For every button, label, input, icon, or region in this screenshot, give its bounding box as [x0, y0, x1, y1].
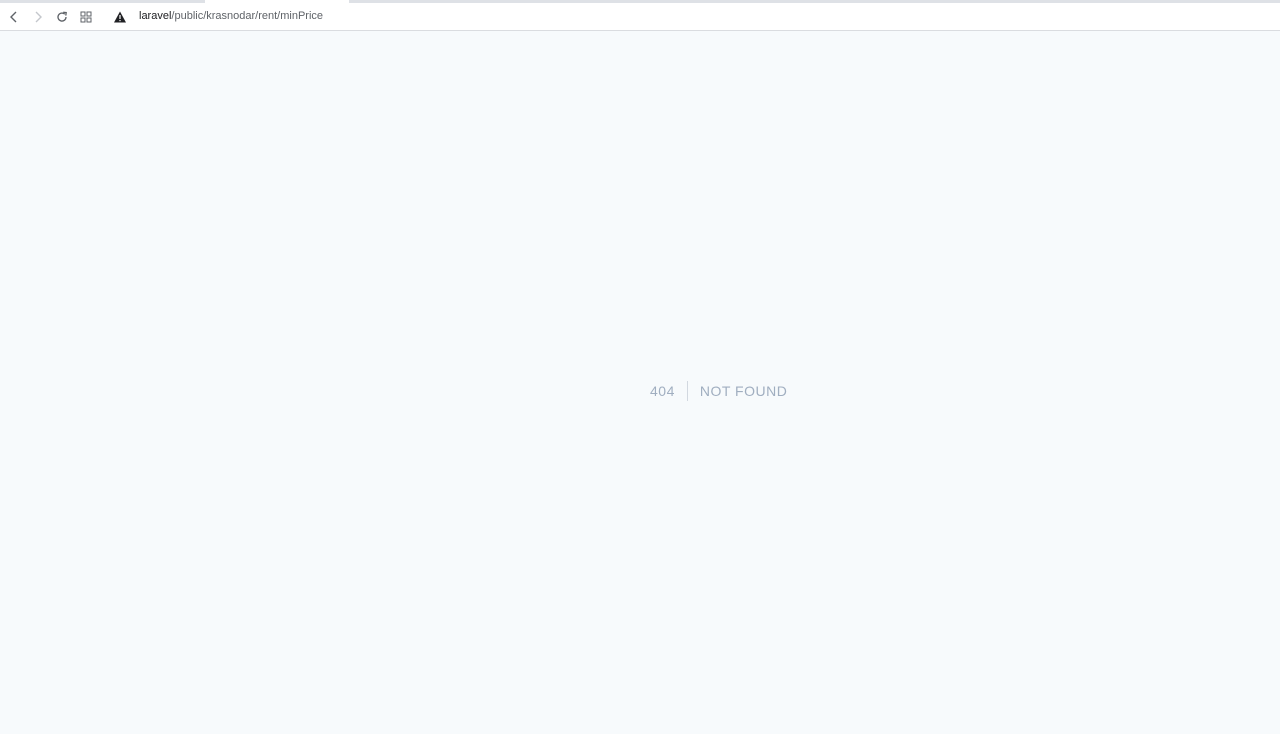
address-bar[interactable]: laravel/public/krasnodar/rent/minPrice — [139, 9, 323, 23]
forward-arrow-icon — [35, 11, 42, 23]
warning-triangle-icon[interactable] — [113, 10, 127, 24]
error-message-container: 404 NOT FOUND — [650, 381, 787, 401]
active-tab[interactable] — [205, 0, 349, 3]
page-content: 404 NOT FOUND — [0, 32, 1280, 734]
back-button[interactable] — [5, 8, 23, 26]
apps-grid-icon — [80, 11, 92, 23]
url-path: /public/krasnodar/rent/minPrice — [171, 10, 324, 22]
reload-icon — [57, 11, 67, 22]
error-text: NOT FOUND — [699, 383, 788, 399]
error-code: 404 — [650, 381, 688, 401]
browser-toolbar: laravel/public/krasnodar/rent/minPrice — [0, 0, 1280, 31]
forward-button[interactable] — [29, 8, 47, 26]
reload-button[interactable] — [53, 8, 71, 26]
back-arrow-icon — [10, 11, 17, 23]
tab-strip — [0, 0, 1280, 3]
url-host: laravel — [139, 10, 172, 22]
apps-button[interactable] — [77, 8, 95, 26]
